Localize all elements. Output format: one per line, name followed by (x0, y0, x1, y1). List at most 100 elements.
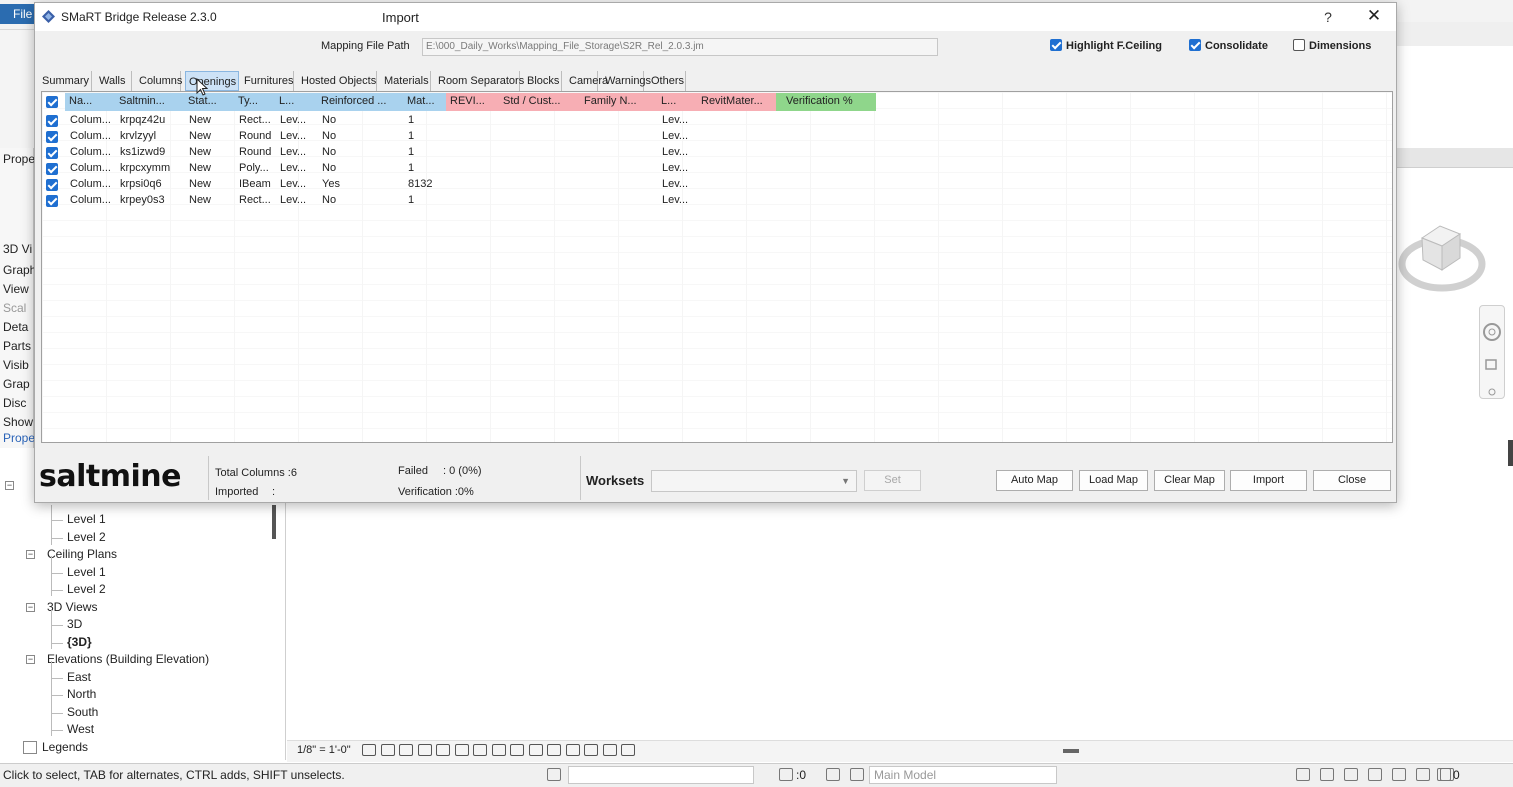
table-cell[interactable]: IBeam (239, 178, 274, 190)
properties-row-label[interactable]: Graph (3, 263, 36, 277)
highlight-ceiling-checkbox[interactable]: Highlight F.Ceiling (1050, 39, 1162, 55)
table-cell[interactable]: 1 (408, 146, 445, 158)
table-cell[interactable]: No (322, 130, 402, 142)
mapping-file-path-input[interactable]: E:\000_Daily_Works\Mapping_File_Storage\… (422, 38, 938, 56)
table-cell[interactable]: Lev... (662, 162, 696, 174)
properties-row-label[interactable]: Parts (3, 339, 31, 353)
tab-warnings[interactable]: Warnings (602, 71, 651, 91)
table-cell[interactable]: New (189, 130, 233, 142)
table-cell[interactable]: Colum... (70, 130, 114, 142)
tree-collapse-icon[interactable]: − (26, 655, 35, 664)
column-header[interactable]: Reinforced ... (317, 93, 403, 111)
view-control-icon[interactable] (454, 744, 469, 756)
view-control-icon[interactable] (491, 744, 506, 756)
model-field[interactable]: Main Model (869, 766, 1057, 784)
column-header[interactable]: Ty... (234, 93, 275, 111)
project-browser-scrollbar[interactable] (272, 505, 276, 539)
checkbox-icon[interactable] (1293, 39, 1305, 51)
set-button[interactable]: Set (864, 470, 921, 491)
import-button[interactable]: Import (1230, 470, 1307, 491)
table-cell[interactable]: Round (239, 130, 274, 142)
table-cell[interactable]: Colum... (70, 178, 114, 190)
table-cell[interactable]: Lev... (280, 146, 316, 158)
table-cell[interactable]: 1 (408, 130, 445, 142)
view-control-icon[interactable] (621, 744, 635, 756)
close-window-button[interactable]: ✕ (1360, 6, 1388, 28)
column-header[interactable]: Saltmin... (115, 93, 184, 111)
tree-collapse-icon[interactable]: − (26, 550, 35, 559)
zoom-icon[interactable] (1485, 359, 1497, 370)
table-cell[interactable]: Poly... (239, 162, 274, 174)
tab-others[interactable]: Others (648, 71, 686, 91)
row-checkbox[interactable] (46, 115, 58, 127)
tab-summary[interactable]: Summary (39, 71, 92, 91)
workset-icon[interactable] (547, 768, 561, 781)
checkbox-icon[interactable] (1189, 39, 1201, 51)
table-cell[interactable]: No (322, 162, 402, 174)
properties-row-label[interactable]: 3D Vi (3, 242, 32, 256)
table-cell[interactable]: Yes (322, 178, 402, 190)
tab-furnitures[interactable]: Furnitures (241, 71, 294, 91)
properties-row-label[interactable]: Scal (3, 301, 26, 315)
view-control-icon[interactable] (510, 744, 524, 756)
column-header[interactable]: Std / Cust... (499, 93, 580, 111)
browser-tree-item[interactable]: Level 2 (67, 582, 106, 596)
viewcube[interactable] (1398, 208, 1486, 296)
design-options-icon[interactable] (826, 768, 840, 781)
table-cell[interactable]: Lev... (280, 130, 316, 142)
tab-materials[interactable]: Materials (381, 71, 431, 91)
selection-filter-icon[interactable] (1296, 768, 1310, 781)
view-control-icon[interactable] (362, 744, 376, 756)
table-cell[interactable]: New (189, 178, 233, 190)
column-header[interactable]: L... (275, 93, 317, 111)
table-cell[interactable]: krvlzyyl (120, 130, 183, 142)
browser-tree-item[interactable]: {3D} (67, 635, 92, 649)
auto-map-button[interactable]: Auto Map (996, 470, 1073, 491)
workset-field[interactable] (568, 766, 754, 784)
tab-columns[interactable]: Columns (136, 71, 182, 91)
table-cell[interactable]: Lev... (280, 178, 316, 190)
selection-filter-icon[interactable] (1344, 768, 1358, 781)
column-header[interactable]: REVI... (446, 93, 499, 111)
table-cell[interactable]: Colum... (70, 194, 114, 206)
help-button[interactable]: ? (1317, 7, 1339, 29)
row-checkbox[interactable] (46, 131, 58, 143)
row-checkbox[interactable] (46, 195, 58, 207)
consolidate-checkbox[interactable]: Consolidate (1189, 39, 1268, 55)
properties-row-label[interactable]: Prope (3, 431, 35, 445)
properties-row-label[interactable]: Show (3, 415, 33, 429)
tree-collapse-icon[interactable]: − (26, 603, 35, 612)
properties-row-label[interactable]: Visib (3, 358, 29, 372)
selection-filter-icon[interactable] (1392, 768, 1406, 781)
file-tab[interactable]: File (0, 4, 34, 24)
view-control-icon[interactable] (380, 744, 395, 756)
view-scale[interactable]: 1/8" = 1'-0" (297, 744, 351, 756)
table-cell[interactable]: Lev... (280, 194, 316, 206)
tree-collapse-icon[interactable]: − (5, 481, 14, 490)
navigation-bar[interactable] (1479, 305, 1505, 399)
row-checkbox[interactable] (46, 147, 58, 159)
view-control-icon[interactable] (417, 744, 432, 756)
browser-tree-item[interactable]: Ceiling Plans (47, 547, 117, 561)
clear-map-button[interactable]: Clear Map (1154, 470, 1225, 491)
browser-tree-item[interactable]: East (67, 670, 91, 684)
load-map-button[interactable]: Load Map (1079, 470, 1148, 491)
view-control-icon[interactable] (547, 744, 561, 756)
table-cell[interactable]: 1 (408, 194, 445, 206)
exclude-options-icon[interactable] (850, 768, 864, 781)
view-control-icon[interactable] (584, 744, 598, 756)
browser-tree-item[interactable]: 3D (67, 617, 82, 631)
browser-tree-item[interactable]: Level 1 (67, 512, 106, 526)
tab-walls[interactable]: Walls (96, 71, 132, 91)
view-control-icon[interactable] (473, 744, 487, 756)
table-cell[interactable]: Lev... (662, 178, 696, 190)
tab-hosted-objects[interactable]: Hosted Objects (298, 71, 377, 91)
table-cell[interactable]: Colum... (70, 146, 114, 158)
table-cell[interactable]: ks1izwd9 (120, 146, 183, 158)
browser-tree-item[interactable]: South (67, 705, 98, 719)
table-cell[interactable]: krpsi0q6 (120, 178, 183, 190)
filter-icon[interactable] (1437, 768, 1451, 781)
steering-wheel-icon[interactable] (1483, 323, 1501, 341)
tab-blocks[interactable]: Blocks (524, 71, 562, 91)
editable-only-icon[interactable] (779, 768, 793, 781)
